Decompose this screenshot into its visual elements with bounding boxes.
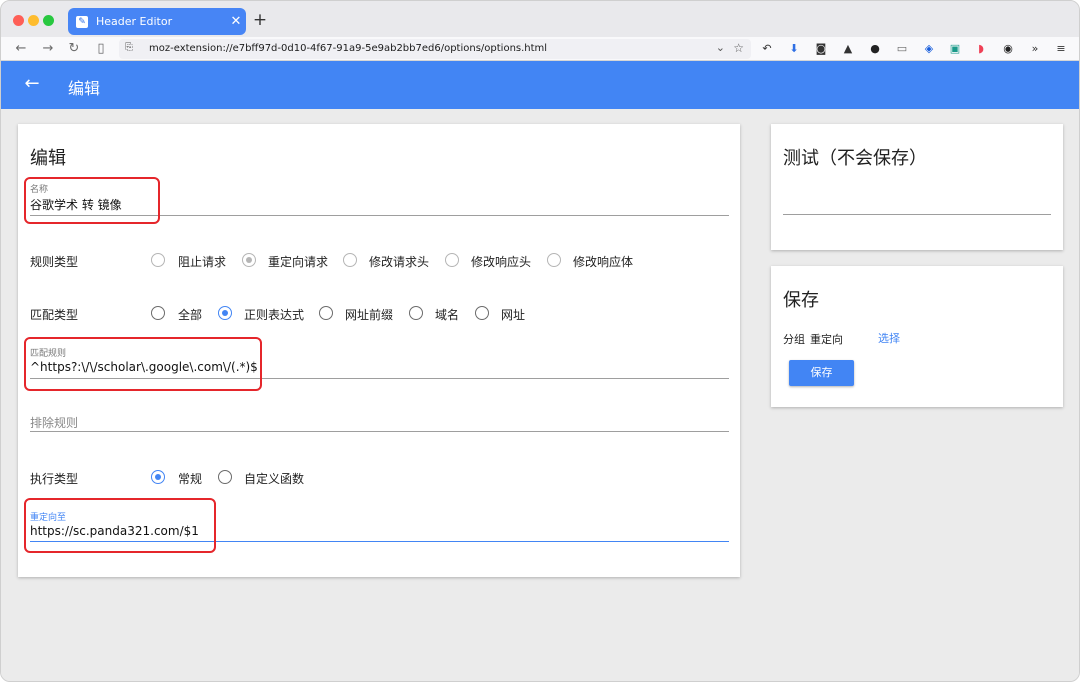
rule-type-option-request-header[interactable]: 修改请求头	[369, 253, 429, 270]
bitwarden-icon[interactable]: ◈	[921, 41, 937, 57]
choose-group-link[interactable]: 选择	[878, 330, 900, 346]
match-type-label: 匹配类型	[30, 308, 79, 322]
match-type-radio-all[interactable]	[151, 306, 165, 320]
new-tab-button[interactable]: +	[251, 10, 269, 30]
rule-type-radio-response-header[interactable]	[445, 253, 459, 267]
test-card-title: 测试（不会保存）	[783, 148, 927, 169]
rule-type-radio-block[interactable]	[151, 253, 165, 267]
match-type-option-prefix[interactable]: 网址前缀	[345, 306, 393, 323]
annotation-box-redirect	[24, 498, 216, 553]
rule-type-radio-redirect[interactable]	[242, 253, 256, 267]
extension-icon: ⎘	[125, 42, 133, 53]
bookmark-star-icon[interactable]: ☆	[733, 41, 744, 55]
rule-type-option-response-header[interactable]: 修改响应头	[471, 253, 531, 270]
save-icon[interactable]: ▣	[947, 41, 963, 57]
content-area: 编辑 名称 谷歌学术 转 镜像 规则类型 阻止请求 重定向请求 修改请求头 修改…	[1, 109, 1079, 681]
url-text: moz-extension://e7bff97d-0d10-4f67-91a9-…	[149, 43, 548, 54]
annotation-box-name	[24, 177, 160, 224]
exec-type-option-custom[interactable]: 自定义函数	[244, 470, 304, 487]
rule-type-radio-request-header[interactable]	[343, 253, 357, 267]
match-type-option-domain[interactable]: 域名	[435, 306, 459, 323]
exclude-rule-underline	[30, 431, 729, 432]
exec-type-radio-normal[interactable]	[151, 470, 165, 484]
menu-icon[interactable]: ≡	[1053, 41, 1069, 57]
group-label: 分组	[783, 333, 805, 346]
match-type-option-regex[interactable]: 正则表达式	[244, 306, 304, 323]
save-card-title: 保存	[783, 290, 819, 311]
tab-title: Header Editor	[96, 15, 173, 28]
match-type-radio-url[interactable]	[475, 306, 489, 320]
sidebar-icon[interactable]: ▯	[91, 39, 111, 59]
test-card: 测试（不会保存）	[771, 124, 1063, 250]
download-icon[interactable]: ⬇	[786, 41, 802, 57]
tab-strip: ✎ Header Editor ✕ +	[1, 1, 1079, 37]
camera-icon[interactable]: ◙	[813, 41, 829, 57]
navigation-bar: ← → ↻ ▯ ⎘ moz-extension://e7bff97d-0d10-…	[1, 37, 1079, 61]
tab-header-editor[interactable]: ✎ Header Editor ✕	[68, 8, 246, 35]
close-tab-icon[interactable]: ✕	[226, 14, 246, 29]
exclude-rule-field[interactable]: 排除规则	[30, 414, 78, 431]
rule-type-radio-response-body[interactable]	[547, 253, 561, 267]
page-title: 编辑	[68, 79, 101, 98]
exec-type-radio-custom[interactable]	[218, 470, 232, 484]
save-card: 保存 分组 重定向 选择 保存	[771, 266, 1063, 407]
minimize-window-button[interactable]	[28, 15, 39, 26]
exec-type-option-normal[interactable]: 常规	[178, 470, 202, 487]
header-editor-icon: ✎	[76, 15, 88, 28]
save-button[interactable]: 保存	[789, 360, 854, 386]
rule-type-option-redirect[interactable]: 重定向请求	[268, 253, 328, 270]
circle-icon[interactable]: ●	[867, 41, 883, 57]
match-type-radio-regex[interactable]	[218, 306, 232, 320]
group-value: 重定向	[810, 333, 843, 346]
rule-type-option-block[interactable]: 阻止请求	[178, 253, 226, 270]
undo-icon[interactable]: ↶	[759, 41, 775, 57]
pocket-icon[interactable]: ◗	[973, 41, 989, 57]
browser-window: ✎ Header Editor ✕ + ← → ↻ ▯ ⎘ moz-extens…	[0, 0, 1080, 682]
chevron-down-icon[interactable]: ⌄	[716, 41, 725, 54]
match-type-radio-prefix[interactable]	[319, 306, 333, 320]
close-window-button[interactable]	[13, 15, 24, 26]
url-bar[interactable]: ⎘ moz-extension://e7bff97d-0d10-4f67-91a…	[119, 39, 751, 59]
reload-icon[interactable]: ↻	[64, 39, 84, 59]
match-type-option-url[interactable]: 网址	[501, 306, 525, 323]
back-arrow-icon[interactable]: ←	[21, 73, 43, 95]
edit-card-title: 编辑	[30, 148, 66, 169]
overflow-icon[interactable]: »	[1027, 41, 1043, 57]
exec-type-label: 执行类型	[30, 472, 79, 486]
app-bar: ← 编辑	[1, 61, 1079, 109]
test-url-field[interactable]	[783, 214, 1051, 215]
back-icon[interactable]: ←	[11, 39, 31, 59]
reader-icon[interactable]: ▭	[894, 41, 910, 57]
rule-type-label: 规则类型	[30, 255, 79, 269]
annotation-box-match-rule	[24, 337, 262, 391]
zoom-window-button[interactable]	[43, 15, 54, 26]
forward-icon[interactable]: →	[38, 39, 58, 59]
panda-icon[interactable]: ◉	[1000, 41, 1016, 57]
rule-type-option-response-body[interactable]: 修改响应体	[573, 253, 633, 270]
match-type-option-all[interactable]: 全部	[178, 306, 202, 323]
rocket-icon[interactable]: ▲	[840, 41, 856, 57]
match-type-radio-domain[interactable]	[409, 306, 423, 320]
